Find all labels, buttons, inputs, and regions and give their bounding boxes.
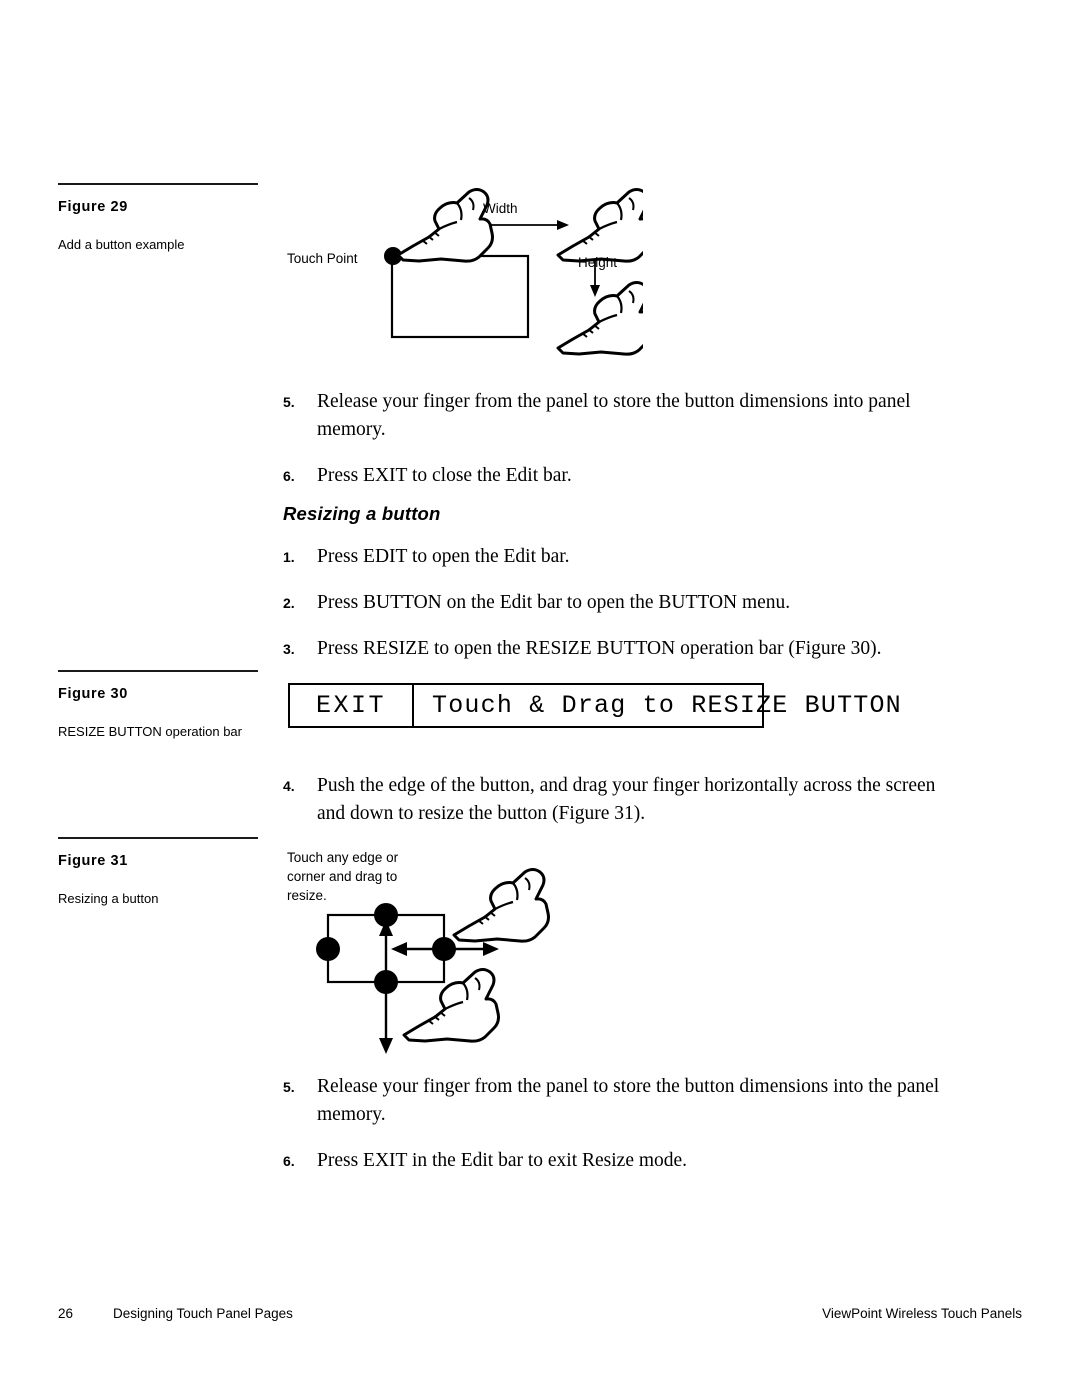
pointing-hand-icon bbox=[556, 188, 643, 263]
button-outline-rect bbox=[390, 254, 530, 339]
figure-29-rule bbox=[58, 183, 258, 185]
pointing-hand-icon bbox=[402, 968, 500, 1043]
resize-steps-list-start: 1. Press EDIT to open the Edit bar. 2. P… bbox=[283, 543, 943, 663]
step-number: 6. bbox=[283, 1153, 295, 1169]
list-item: 2. Press BUTTON on the Edit bar to open … bbox=[283, 589, 943, 617]
list-item: 6. Press EXIT to close the Edit bar. bbox=[283, 462, 943, 490]
pointing-hand-icon bbox=[556, 281, 643, 356]
resize-handle-top[interactable] bbox=[374, 903, 398, 927]
resize-handle-left[interactable] bbox=[316, 937, 340, 961]
exit-button[interactable]: EXIT bbox=[290, 685, 415, 726]
page-footer: 26 Designing Touch Panel Pages ViewPoint… bbox=[58, 1306, 1022, 1321]
figure-30-caption-block: Figure 30 RESIZE BUTTON operation bar bbox=[58, 670, 268, 742]
horizontal-resize-arrow-head-left bbox=[391, 942, 407, 956]
step-number: 4. bbox=[283, 778, 295, 794]
pointing-hand-icon bbox=[452, 868, 550, 943]
step-text: Release your finger from the panel to st… bbox=[317, 391, 911, 440]
height-arrow-head bbox=[590, 285, 600, 297]
resize-handle-bottom[interactable] bbox=[374, 970, 398, 994]
resize-button-operation-bar: EXIT Touch & Drag to RESIZE BUTTON bbox=[288, 683, 901, 728]
add-button-steps-list: 5. Release your finger from the panel to… bbox=[283, 388, 943, 490]
horizontal-resize-arrow-head-right bbox=[483, 942, 499, 956]
step-text: Press RESIZE to open the RESIZE BUTTON o… bbox=[317, 638, 882, 659]
footer-product-title: ViewPoint Wireless Touch Panels bbox=[822, 1306, 1022, 1321]
step-text: Release your finger from the panel to st… bbox=[317, 1076, 940, 1125]
list-item: 6. Press EXIT in the Edit bar to exit Re… bbox=[283, 1147, 943, 1175]
width-arrow-head bbox=[557, 220, 569, 230]
list-item: 5. Release your finger from the panel to… bbox=[283, 388, 943, 444]
figure-29-title: Figure 29 bbox=[58, 199, 128, 215]
footer-chapter-title: Designing Touch Panel Pages bbox=[113, 1306, 293, 1321]
operation-bar-message: Touch & Drag to RESIZE BUTTON bbox=[432, 690, 902, 720]
list-item: 1. Press EDIT to open the Edit bar. bbox=[283, 543, 943, 571]
touch-point-label: Touch Point bbox=[287, 251, 358, 266]
height-label: Height bbox=[578, 255, 618, 270]
step-number: 3. bbox=[283, 641, 295, 657]
figure-31-title: Figure 31 bbox=[58, 853, 128, 869]
step-text: Push the edge of the button, and drag yo… bbox=[317, 775, 936, 824]
document-page: Figure 29 Add a button example Touch Poi… bbox=[0, 0, 1080, 1397]
vertical-resize-arrow-head-down bbox=[379, 1038, 393, 1054]
list-item: 5. Release your finger from the panel to… bbox=[283, 1073, 943, 1129]
list-item: 3. Press RESIZE to open the RESIZE BUTTO… bbox=[283, 635, 943, 663]
resize-steps-list-mid: 4. Push the edge of the button, and drag… bbox=[283, 772, 943, 828]
figure-29-caption-block: Figure 29 Add a button example bbox=[58, 183, 268, 255]
step-text: Press EXIT to close the Edit bar. bbox=[317, 465, 572, 486]
step-number: 6. bbox=[283, 468, 295, 484]
figure-31-caption-block: Figure 31 Resizing a button bbox=[58, 837, 268, 909]
step-number: 5. bbox=[283, 394, 295, 410]
step-text: Press EXIT in the Edit bar to exit Resiz… bbox=[317, 1150, 688, 1171]
step-number: 2. bbox=[283, 595, 295, 611]
resize-steps-list-end: 5. Release your finger from the panel to… bbox=[283, 1073, 943, 1175]
pointing-hand-icon bbox=[396, 188, 494, 263]
step-number: 5. bbox=[283, 1079, 295, 1095]
figure-31-rule bbox=[58, 837, 258, 839]
figure-30-rule bbox=[58, 670, 258, 672]
figure-31-caption: Resizing a button bbox=[58, 891, 159, 906]
width-label: Width bbox=[483, 201, 518, 216]
figure-30-caption: RESIZE BUTTON operation bar bbox=[58, 724, 242, 739]
page-number: 26 bbox=[58, 1306, 74, 1321]
resize-button-illustration bbox=[316, 868, 550, 1054]
step-text: Press BUTTON on the Edit bar to open the… bbox=[317, 592, 791, 613]
figure-29-caption: Add a button example bbox=[58, 237, 185, 252]
step-text: Press EDIT to open the Edit bar. bbox=[317, 546, 570, 567]
figure-31-diagram: Touch any edge or corner and drag to res… bbox=[283, 848, 573, 1063]
resize-handle-right[interactable] bbox=[432, 937, 456, 961]
section-heading-resizing-a-button: Resizing a button bbox=[283, 503, 441, 524]
step-number: 1. bbox=[283, 549, 295, 565]
figure-29-diagram: Touch Point Width Height bbox=[283, 183, 643, 358]
figure-30-title: Figure 30 bbox=[58, 686, 128, 702]
list-item: 4. Push the edge of the button, and drag… bbox=[283, 772, 943, 828]
